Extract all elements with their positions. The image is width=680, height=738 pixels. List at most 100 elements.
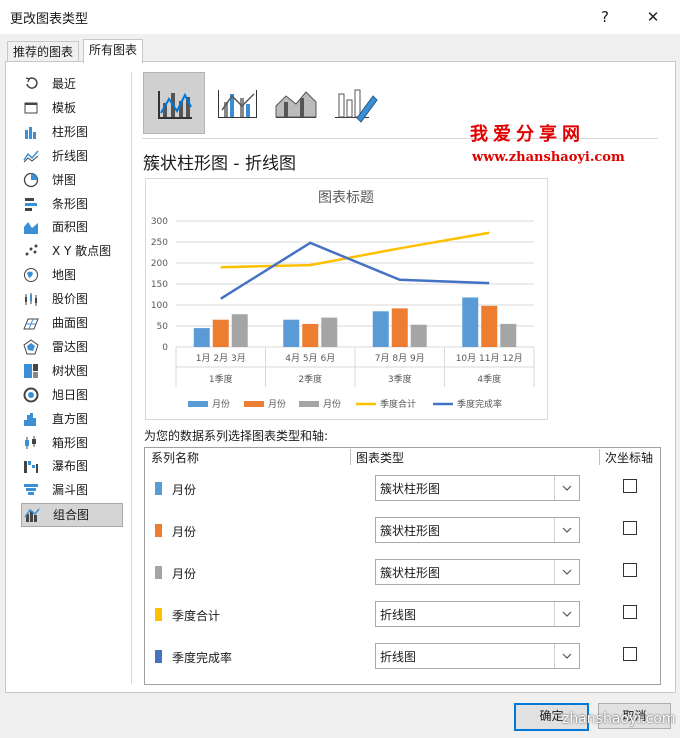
boxplot-chart-icon: [23, 435, 39, 451]
y-tick-label: 150: [151, 280, 168, 290]
histogram-chart-icon: [23, 411, 39, 427]
chart-subtype-title: 簇状柱形图 - 折线图: [143, 154, 296, 174]
chart-type-select[interactable]: 簇状柱形图: [375, 475, 580, 501]
sidebar-item-funnel-chart[interactable]: 漏斗图: [21, 479, 121, 501]
series-color-swatch: [155, 566, 162, 579]
divider: [599, 449, 600, 465]
sidebar-item-map-chart[interactable]: 地图: [21, 264, 121, 286]
sidebar-item-label: 漏斗图: [52, 483, 89, 498]
x-group-label: 3季度: [388, 373, 412, 385]
scatter-chart-icon: [23, 243, 39, 259]
sidebar-item-label: 地图: [52, 268, 77, 283]
column-header-secondary-axis: 次坐标轴: [605, 451, 654, 465]
chart-type-select[interactable]: 折线图: [375, 643, 580, 669]
sidebar-item-template[interactable]: 模板: [21, 97, 121, 119]
title-bar: [0, 0, 680, 34]
chart-type-select[interactable]: 折线图: [375, 601, 580, 627]
clustered-column-line-icon: [158, 91, 192, 119]
series-name: 季度合计: [172, 609, 221, 623]
surface-chart-icon: [23, 315, 39, 331]
secondary-axis-checkbox[interactable]: [623, 647, 637, 661]
chevron-down-icon[interactable]: [554, 518, 579, 542]
sidebar-item-label: 组合图: [53, 508, 90, 523]
chart-type-select[interactable]: 簇状柱形图: [375, 517, 580, 543]
tab-recommended[interactable]: 推荐的图表: [7, 41, 80, 62]
chevron-down-icon[interactable]: [554, 644, 579, 668]
close-button[interactable]: ✕: [638, 4, 668, 30]
sidebar-item-label: 折线图: [52, 148, 89, 163]
bar-mark: [391, 308, 408, 347]
chevron-down-icon[interactable]: [554, 476, 579, 500]
secondary-axis-checkbox[interactable]: [623, 521, 637, 535]
watermark-text: 我爱分享网: [470, 124, 585, 145]
x-group-label: 2季度: [298, 373, 322, 385]
divider: [131, 72, 132, 684]
bar-mark: [462, 297, 479, 347]
line-series-mark: [220, 241, 490, 300]
y-tick-label: 250: [151, 238, 168, 248]
chevron-down-icon[interactable]: [554, 602, 579, 626]
y-tick-label: 100: [151, 301, 168, 311]
bar-mark: [231, 314, 248, 347]
combo-column-line-secondary-option[interactable]: [210, 72, 270, 132]
bar-mark: [372, 311, 389, 347]
bar-mark: [481, 305, 498, 347]
column-header-name: 系列名称: [151, 451, 200, 465]
x-group-label: 4季度: [477, 373, 501, 385]
combo-clustered-column-line-option[interactable]: [143, 72, 205, 134]
divider: [350, 449, 351, 465]
sidebar-item-surface-chart[interactable]: 曲面图: [21, 312, 121, 334]
bar-mark: [410, 324, 427, 347]
chart-type-value: 簇状柱形图: [380, 482, 441, 496]
bar-mark: [283, 319, 300, 347]
sidebar-item-recent[interactable]: 最近: [21, 73, 121, 95]
bar-mark: [500, 323, 517, 347]
sidebar-item-label: 曲面图: [52, 316, 89, 330]
sidebar-item-bar-chart[interactable]: 条形图: [21, 193, 121, 215]
column-chart-icon: [23, 124, 39, 140]
sidebar-item-radar-chart[interactable]: 雷达图: [21, 336, 121, 358]
recent-icon: [23, 76, 39, 92]
secondary-axis-checkbox[interactable]: [623, 605, 637, 619]
sidebar-item-area-chart[interactable]: 面积图: [21, 216, 121, 238]
secondary-axis-checkbox[interactable]: [623, 479, 637, 493]
sidebar-item-label: 最近: [52, 77, 77, 91]
sidebar-item-column-chart[interactable]: 柱形图: [21, 121, 121, 143]
chart-type-value: 折线图: [380, 608, 417, 622]
sidebar-item-boxplot-chart[interactable]: 箱形图: [21, 432, 121, 454]
sidebar-item-treemap-chart[interactable]: 树状图: [21, 360, 121, 382]
sidebar-item-label: 直方图: [52, 411, 89, 426]
legend-label: 月份: [268, 398, 286, 410]
legend-label: 月份: [212, 398, 230, 410]
custom-combination-icon: [335, 89, 378, 123]
sidebar-item-label: 模板: [52, 100, 77, 115]
y-tick-label: 300: [151, 217, 168, 227]
sidebar-item-line-chart[interactable]: 折线图: [21, 145, 121, 167]
y-tick-label: 50: [157, 322, 169, 332]
sidebar-item-combo-chart[interactable]: 组合图: [21, 503, 123, 528]
waterfall-chart-icon: [23, 458, 39, 474]
area-chart-icon: [23, 219, 39, 235]
chevron-down-icon[interactable]: [554, 560, 579, 584]
series-color-swatch: [155, 608, 162, 621]
sidebar-item-pie-chart[interactable]: 饼图: [21, 169, 121, 191]
series-name: 月份: [172, 483, 197, 497]
y-tick-label: 200: [151, 259, 168, 269]
series-section-label: 为您的数据系列选择图表类型和轴:: [144, 429, 329, 443]
sidebar-item-scatter-chart[interactable]: X Y 散点图: [21, 240, 121, 262]
sidebar-item-label: 树状图: [52, 363, 89, 378]
chart-type-select[interactable]: 簇状柱形图: [375, 559, 580, 585]
series-color-swatch: [155, 482, 162, 495]
sidebar-item-stock-chart[interactable]: 股价图: [21, 288, 121, 310]
sidebar-item-label: 瀑布图: [52, 459, 89, 474]
help-button[interactable]: ?: [590, 4, 620, 30]
bar-mark: [193, 328, 210, 347]
tab-all-charts[interactable]: 所有图表: [83, 39, 144, 63]
custom-combo-option[interactable]: [327, 72, 387, 132]
combo-area-column-option[interactable]: [268, 72, 328, 132]
sidebar-item-waterfall-chart[interactable]: 瀑布图: [21, 455, 121, 477]
watermark-bottom: zhanshaoyi.com: [562, 711, 676, 727]
sidebar-item-sunburst-chart[interactable]: 旭日图: [21, 384, 121, 406]
secondary-axis-checkbox[interactable]: [623, 563, 637, 577]
sidebar-item-histogram-chart[interactable]: 直方图: [21, 408, 121, 430]
